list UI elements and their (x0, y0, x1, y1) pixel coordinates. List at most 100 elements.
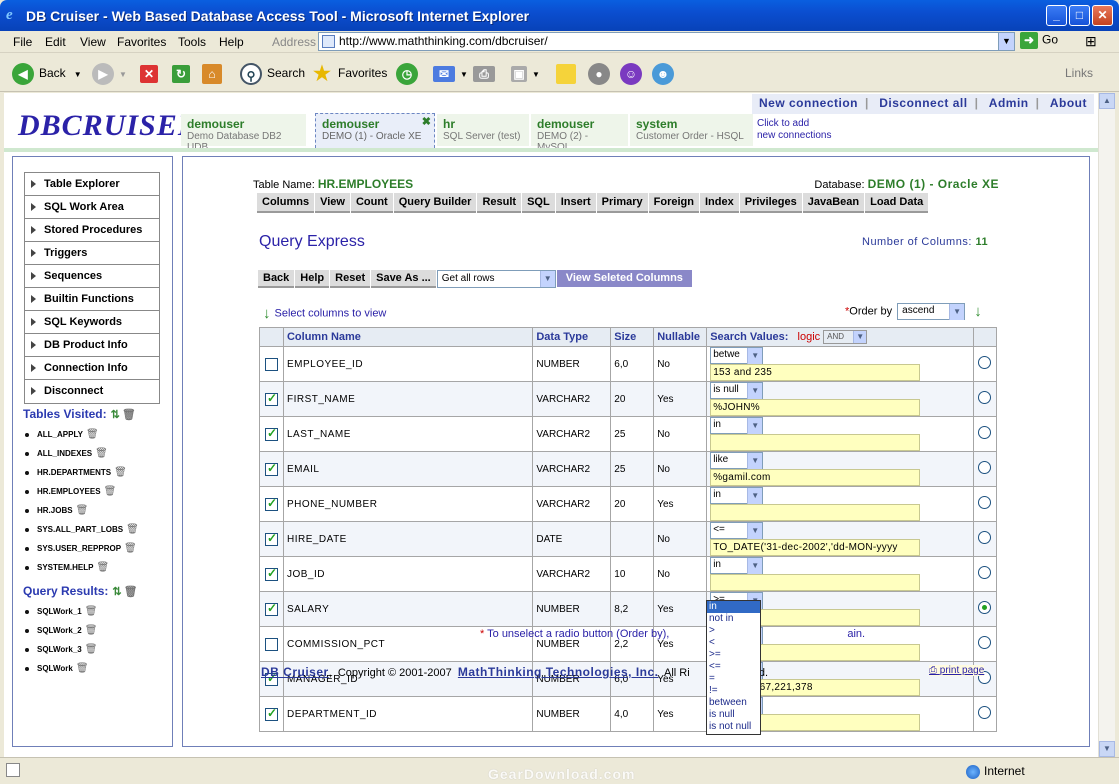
column-checkbox[interactable] (264, 601, 278, 616)
list-item[interactable]: SQLWork_2 🗑 (23, 621, 97, 640)
order-by-radio[interactable] (978, 706, 992, 719)
order-by-radio[interactable] (978, 566, 992, 579)
operator-select[interactable]: in▼ (710, 487, 764, 504)
trash-icon[interactable]: 🗑 (85, 606, 98, 617)
scroll-down-icon[interactable]: ▼ (1099, 741, 1115, 757)
connection-tab-active[interactable]: ✖ demouser DEMO (1) - Oracle XE (315, 113, 435, 148)
close-tab-icon[interactable]: ✖ (422, 115, 431, 128)
menu-tools[interactable]: Tools (178, 35, 206, 49)
dropdown-option[interactable]: in (707, 601, 760, 613)
connection-tab[interactable]: system Customer Order - HSQL (630, 114, 753, 146)
scroll-up-icon[interactable]: ▲ (1099, 93, 1115, 109)
tab-view[interactable]: View (315, 193, 350, 213)
list-item[interactable]: SYS.USER_REPPROP 🗑 (23, 539, 139, 558)
column-checkbox[interactable] (264, 637, 278, 651)
column-checkbox[interactable] (264, 426, 278, 441)
order-by-radio[interactable] (978, 531, 992, 544)
edit-dropdown-icon[interactable]: ▼ (532, 70, 540, 79)
forward-dropdown-icon[interactable]: ▼ (119, 70, 127, 79)
column-checkbox[interactable] (264, 566, 278, 581)
sidebar-item-disconnect[interactable]: Disconnect (25, 380, 159, 403)
refresh-icon[interactable]: ⇅ (111, 409, 120, 421)
dbcruiser-link[interactable]: DB Cruiser (261, 665, 329, 679)
operator-dropdown-list[interactable]: in not in > < >= <= = != between is null is not nu… (706, 600, 761, 735)
list-item[interactable]: SYSTEM.HELP 🗑 (23, 558, 139, 577)
column-checkbox[interactable] (264, 496, 278, 511)
tab-index[interactable]: Index (700, 193, 739, 213)
menu-help[interactable]: Help (219, 35, 244, 49)
favorites-button[interactable]: ★ Favorites (311, 61, 387, 85)
minimize-button[interactable]: _ (1046, 5, 1067, 26)
new-connection-link[interactable]: New connection (752, 94, 865, 112)
notes-button[interactable] (556, 61, 581, 85)
tab-foreign[interactable]: Foreign (648, 193, 699, 213)
reset-button[interactable]: Reset (330, 270, 371, 288)
sidebar-item-sql-keywords[interactable]: SQL Keywords (25, 311, 159, 334)
trash-icon[interactable]: 🗑 (114, 467, 127, 478)
tab-query-builder[interactable]: Query Builder (393, 193, 477, 213)
tab-sql[interactable]: SQL (522, 193, 555, 213)
back-button[interactable]: ◀ Back ▼ (12, 61, 82, 85)
sidebar-item-connection-info[interactable]: Connection Info (25, 357, 159, 380)
refresh-button[interactable]: ↻ (172, 61, 195, 85)
trash-icon[interactable]: 🗑 (85, 644, 98, 655)
company-link[interactable]: MathThinking Technologies, Inc. (458, 665, 659, 679)
mail-dropdown-icon[interactable]: ▼ (460, 70, 468, 79)
trash-icon[interactable]: 🗑 (124, 543, 137, 554)
address-dropdown-icon[interactable]: ▼ (998, 33, 1014, 50)
rows-select[interactable]: Get all rows ▼ (436, 270, 556, 288)
operator-select[interactable]: <= ▼ (710, 522, 764, 539)
trash-icon[interactable]: 🗑 (76, 505, 89, 516)
stop-button[interactable]: ✕ (140, 61, 163, 85)
dropdown-option[interactable]: < (707, 637, 760, 649)
search-value-input[interactable]: %JOHN% (710, 399, 921, 416)
click-to-add-link[interactable]: Click to add new connections (757, 118, 832, 142)
column-checkbox[interactable] (264, 531, 278, 546)
trash-icon[interactable]: 🗑 (126, 524, 139, 535)
order-by-radio[interactable] (978, 391, 992, 404)
operator-select[interactable]: is null ▼ (710, 382, 764, 399)
order-by-radio[interactable] (978, 356, 992, 369)
tab-count[interactable]: Count (350, 193, 393, 213)
home-button[interactable]: ⌂ (202, 61, 227, 85)
connection-tab[interactable]: demouserDEMO (2) - MySQL (531, 114, 628, 153)
dropdown-option[interactable]: = (707, 673, 760, 685)
tab-privileges[interactable]: Privileges (739, 193, 802, 213)
back-dropdown-icon[interactable]: ▼ (74, 70, 82, 79)
trash-icon[interactable]: 🗑 (95, 448, 108, 459)
tab-insert[interactable]: Insert (555, 193, 596, 213)
contacts-button[interactable]: ☻ (652, 61, 679, 85)
order-by-radio[interactable] (978, 496, 992, 509)
messenger-button[interactable]: ☺ (620, 61, 647, 85)
connection-tab[interactable]: hr SQL Server (test) (437, 114, 529, 146)
search-value-input[interactable] (710, 504, 921, 521)
operator-select[interactable]: betwe ▼ (710, 347, 764, 364)
operator-select[interactable]: like ▼ (710, 452, 764, 469)
operator-select[interactable]: in▼ (710, 417, 764, 434)
sidebar-item-stored-procedures[interactable]: Stored Procedures (25, 219, 159, 242)
search-button[interactable]: ⚲ Search (240, 61, 305, 85)
tab-javabean[interactable]: JavaBean (802, 193, 865, 213)
dropdown-option[interactable]: between (707, 697, 760, 709)
search-value-input[interactable]: %gamil.com (710, 469, 921, 486)
search-value-input[interactable]: TO_DATE('31-dec-2002','dd-MON-yyyy (710, 539, 921, 556)
disconnect-all-link[interactable]: Disconnect all (872, 94, 974, 112)
sidebar-item-triggers[interactable]: Triggers (25, 242, 159, 265)
admin-link[interactable]: Admin (982, 94, 1036, 112)
dropdown-option[interactable]: != (707, 685, 760, 697)
list-item[interactable]: ALL_INDEXES 🗑 (23, 444, 139, 463)
trash-icon[interactable]: 🗑 (85, 625, 98, 636)
search-value-input[interactable] (710, 434, 921, 451)
forward-button[interactable]: ▶ ▼ (92, 61, 127, 85)
column-checkbox[interactable] (264, 461, 278, 476)
connection-tab[interactable]: demouserDemo Database DB2 UDB (181, 114, 306, 153)
sidebar-item-sequences[interactable]: Sequences (25, 265, 159, 288)
list-item[interactable]: HR.EMPLOYEES 🗑 (23, 482, 139, 501)
dropdown-option[interactable]: is null (707, 709, 760, 721)
list-item[interactable]: SQLWork_1 🗑 (23, 602, 97, 621)
print-page-link[interactable]: ⎙ print page (929, 665, 985, 676)
print-button[interactable]: ⎙ (473, 61, 500, 85)
sidebar-item-builtin-functions[interactable]: Builtin Functions (25, 288, 159, 311)
menu-favorites[interactable]: Favorites (117, 35, 166, 49)
history-button[interactable]: ◷ (396, 61, 423, 85)
